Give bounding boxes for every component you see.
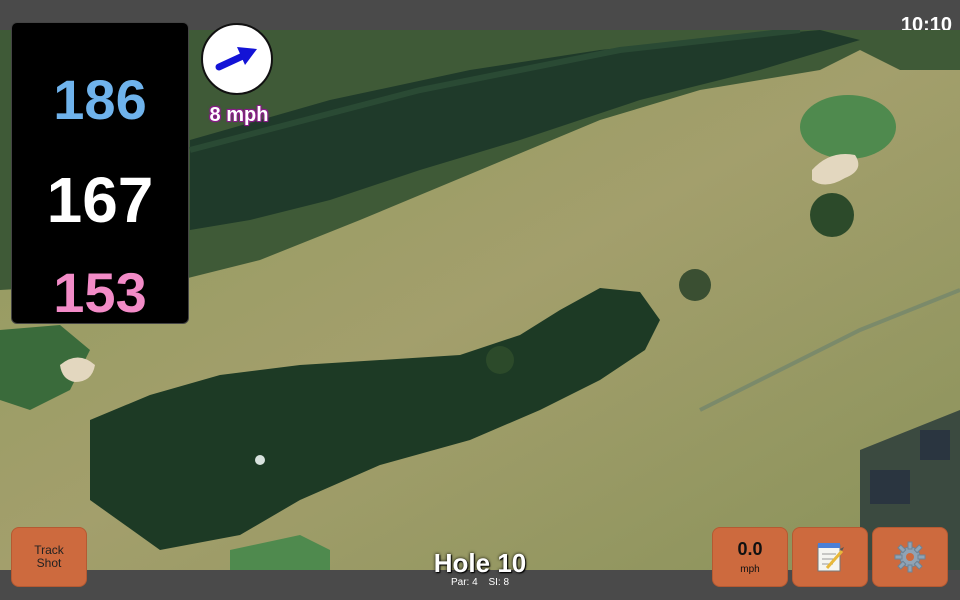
hole-stroke-index: SI: 8 [488, 577, 510, 588]
track-shot-label-line2: Shot [36, 556, 62, 570]
speed-value: 0.0 [737, 539, 763, 559]
notepad-icon [817, 543, 844, 572]
distance-panel[interactable]: 186 167 153 [11, 22, 189, 324]
hole-info: Par: 4 SI: 8 [400, 577, 560, 588]
wind-arrow-icon [215, 47, 257, 71]
speed-unit: mph [740, 564, 760, 575]
speed-button[interactable]: 0.0 mph [712, 527, 788, 587]
wind-indicator[interactable] [201, 23, 273, 95]
track-shot-button[interactable]: Track Shot [11, 527, 87, 587]
notes-button[interactable] [792, 527, 868, 587]
wind-speed-label: 8 mph [209, 104, 269, 126]
middle-distance: 167 [46, 164, 154, 236]
front-distance: 153 [53, 261, 147, 324]
hole-title: Hole 10 [433, 548, 527, 578]
hole-par: Par: 4 [450, 577, 478, 588]
gear-icon [894, 541, 926, 573]
back-distance: 186 [53, 68, 147, 131]
settings-button[interactable] [872, 527, 948, 587]
